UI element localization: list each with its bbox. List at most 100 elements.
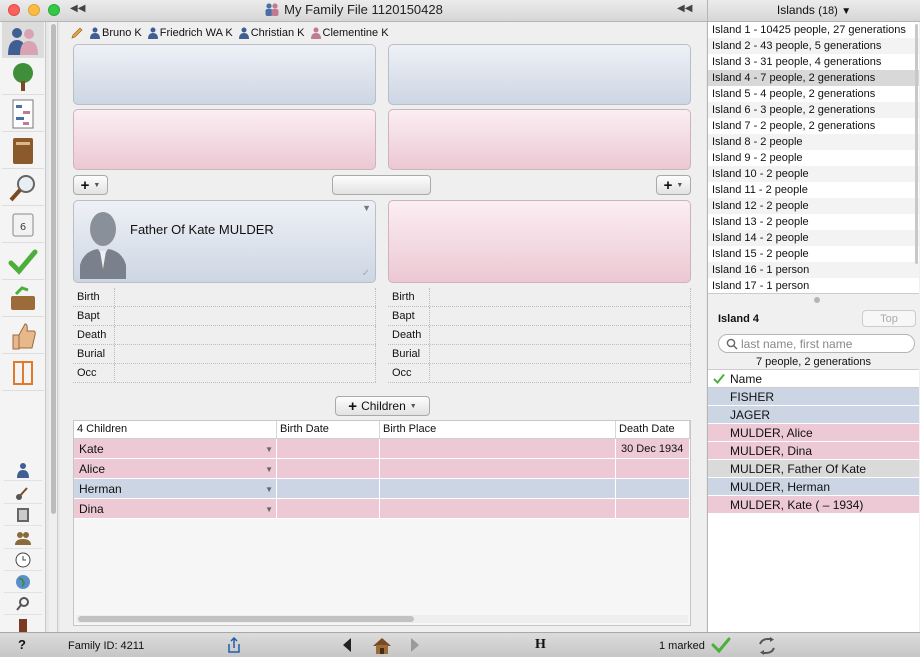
child-birth-date[interactable]	[277, 459, 380, 478]
children-scrollbar-thumb[interactable]	[78, 616, 414, 622]
event-row[interactable]: Bapt	[388, 307, 691, 326]
list-item[interactable]: Island 1 - 10425 people, 27 generations	[708, 22, 919, 38]
history-button[interactable]: H	[535, 637, 546, 653]
home-button[interactable]	[372, 637, 392, 654]
list-item[interactable]: FISHER	[708, 388, 919, 406]
islands-scrollbar[interactable]	[915, 22, 919, 294]
child-birth-place[interactable]	[380, 479, 616, 498]
chevron-down-icon[interactable]: ▼	[265, 465, 273, 474]
event-row[interactable]: Death	[73, 326, 376, 345]
search-view-button[interactable]	[2, 170, 44, 206]
child-death-date[interactable]	[616, 459, 690, 478]
child-birth-date[interactable]	[277, 499, 380, 518]
pencil-icon[interactable]	[70, 26, 84, 40]
list-item-selected[interactable]: MULDER, Father Of Kate	[708, 460, 919, 478]
dig-tool-button[interactable]	[4, 482, 42, 504]
add-husband-button[interactable]: + ▼	[73, 175, 108, 195]
event-value[interactable]	[430, 288, 691, 306]
event-row[interactable]: Bapt	[73, 307, 376, 326]
child-birth-date[interactable]	[277, 439, 380, 458]
list-item[interactable]: Island 14 - 2 people	[708, 230, 919, 246]
chevron-down-icon[interactable]: ▼	[362, 203, 371, 213]
table-row[interactable]: Herman ▼	[74, 479, 690, 499]
event-value[interactable]	[115, 345, 376, 363]
event-value[interactable]	[430, 307, 691, 325]
event-row[interactable]: Occ	[388, 364, 691, 383]
left-scrollbar[interactable]	[49, 22, 58, 632]
back-button[interactable]	[342, 637, 352, 653]
splitter-handle[interactable]	[814, 297, 820, 303]
child-birth-date[interactable]	[277, 479, 380, 498]
list-item[interactable]: MULDER, Kate ( – 1934)	[708, 496, 919, 514]
column-header-birth-date[interactable]: Birth Date	[277, 421, 380, 438]
wife-father-card[interactable]	[388, 44, 691, 105]
list-item[interactable]: Island 9 - 2 people	[708, 150, 919, 166]
breadcrumb-item[interactable]: Clementine K	[310, 27, 389, 39]
breadcrumb-item[interactable]: Friedrich WA K	[147, 27, 233, 39]
list-item[interactable]: Island 10 - 2 people	[708, 166, 919, 182]
forward-button[interactable]	[410, 637, 420, 653]
list-item[interactable]: Island 15 - 2 people	[708, 246, 919, 262]
breadcrumb-item[interactable]: Christian K	[238, 27, 305, 39]
husband-mother-card[interactable]	[73, 109, 376, 170]
list-item[interactable]: Island 17 - 1 person	[708, 278, 919, 294]
tree-view-button[interactable]	[2, 59, 44, 95]
list-item[interactable]: MULDER, Dina	[708, 442, 919, 460]
chevron-down-icon[interactable]: ▼	[265, 485, 273, 494]
husband-card[interactable]: Father Of Kate MULDER ▼ ✓	[73, 200, 376, 283]
child-birth-place[interactable]	[380, 499, 616, 518]
table-row[interactable]: Kate ▼ 30 Dec 1934	[74, 439, 690, 459]
top-button[interactable]: Top	[862, 310, 916, 327]
favorites-view-button[interactable]	[2, 318, 44, 354]
event-value[interactable]	[115, 326, 376, 344]
event-value[interactable]	[430, 364, 691, 382]
family-view-button[interactable]	[2, 22, 44, 58]
names-header[interactable]: Name	[708, 370, 919, 388]
people-tool-button[interactable]	[4, 527, 42, 549]
chevron-down-icon[interactable]: ▼	[265, 445, 273, 454]
table-row[interactable]: Alice ▼	[74, 459, 690, 479]
islands-header[interactable]: Islands (18) ▼	[708, 0, 920, 22]
event-value[interactable]	[430, 345, 691, 363]
todo-view-button[interactable]	[2, 281, 44, 317]
media-tool-button[interactable]	[4, 504, 42, 526]
event-row[interactable]: Occ	[73, 364, 376, 383]
children-horizontal-scrollbar[interactable]	[76, 615, 688, 623]
checkmark-icon[interactable]	[708, 373, 730, 384]
chart-view-button[interactable]	[2, 96, 44, 132]
name-search-input[interactable]: last name, first name	[718, 334, 915, 353]
check-view-button[interactable]	[2, 244, 44, 280]
column-header-children[interactable]: 4 Children	[74, 421, 277, 438]
list-item[interactable]: MULDER, Alice	[708, 424, 919, 442]
mark-button[interactable]	[711, 637, 731, 653]
calendar-view-button[interactable]: 6	[2, 207, 44, 243]
child-death-date[interactable]: 30 Dec 1934	[616, 439, 690, 458]
list-item[interactable]: Island 5 - 4 people, 2 generations	[708, 86, 919, 102]
event-row[interactable]: Burial	[388, 345, 691, 364]
event-value[interactable]	[115, 364, 376, 382]
child-death-date[interactable]	[616, 499, 690, 518]
globe-tool-button[interactable]	[4, 571, 42, 593]
family-button[interactable]	[332, 175, 431, 195]
list-item[interactable]: MULDER, Herman	[708, 478, 919, 496]
child-death-date[interactable]	[616, 479, 690, 498]
event-value[interactable]	[115, 307, 376, 325]
event-value[interactable]	[115, 288, 376, 306]
clock-tool-button[interactable]	[4, 549, 42, 571]
list-item-selected[interactable]: Island 4 - 7 people, 2 generations	[708, 70, 919, 86]
column-header-birth-place[interactable]: Birth Place	[380, 421, 616, 438]
wife-card[interactable]	[388, 200, 691, 283]
add-children-button[interactable]: + Children ▼	[335, 396, 430, 416]
share-button[interactable]	[226, 637, 242, 653]
wife-mother-card[interactable]	[388, 109, 691, 170]
add-wife-button[interactable]: + ▼	[656, 175, 691, 195]
list-item[interactable]: Island 16 - 1 person	[708, 262, 919, 278]
child-birth-place[interactable]	[380, 439, 616, 458]
list-item[interactable]: Island 13 - 2 people	[708, 214, 919, 230]
list-item[interactable]: JAGER	[708, 406, 919, 424]
chevron-down-icon[interactable]: ▼	[265, 505, 273, 514]
help-button[interactable]: ?	[18, 637, 26, 652]
child-birth-place[interactable]	[380, 459, 616, 478]
list-item[interactable]: Island 11 - 2 people	[708, 182, 919, 198]
person-tool-button[interactable]	[4, 459, 42, 481]
